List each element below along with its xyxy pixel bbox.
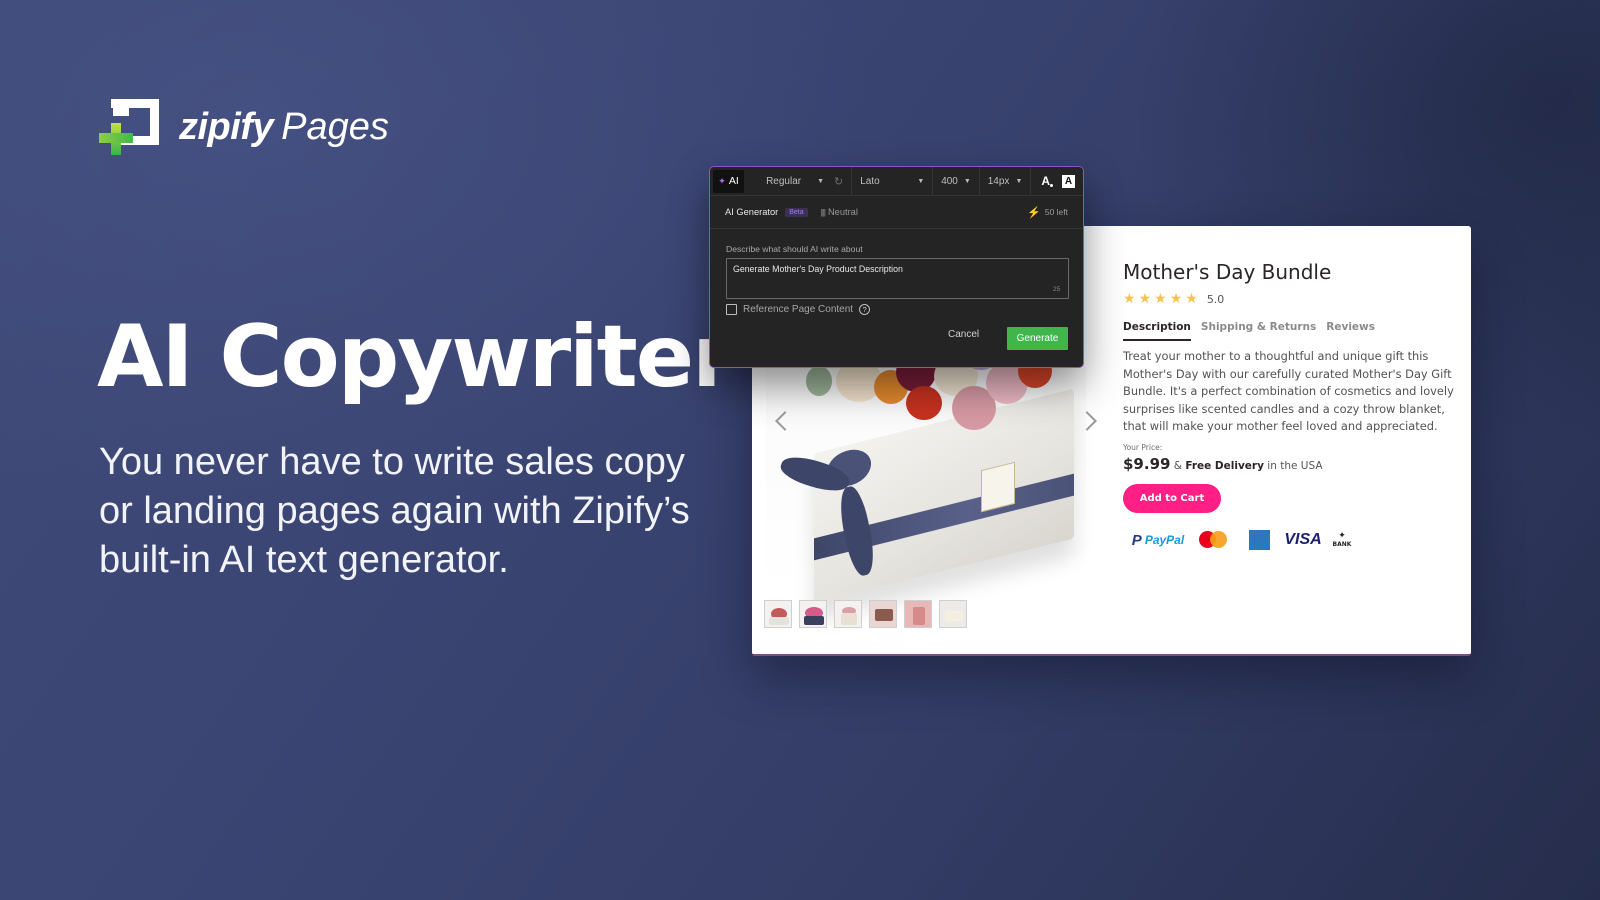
tab-shipping-returns[interactable]: Shipping & Returns xyxy=(1201,321,1316,341)
text-toolbar: ✦ AI Regular ▼ ↻ Lato ▼ 400 ▼ 14px ▼ A A xyxy=(710,166,1083,196)
thumbnail[interactable] xyxy=(764,600,792,628)
thumbnail[interactable] xyxy=(869,600,897,628)
hero-title: AI Copywriter xyxy=(97,307,735,407)
style-value: Regular xyxy=(766,175,802,187)
logo-product-text: Pages xyxy=(281,106,389,148)
visa-icon: VISA xyxy=(1284,531,1322,548)
prompt-input[interactable] xyxy=(726,258,1069,299)
waveform-icon: |||| xyxy=(820,207,826,217)
font-weight-value: 400 xyxy=(941,175,958,187)
lightning-bolt-icon: ⚡ xyxy=(1027,206,1041,219)
thumbnail[interactable] xyxy=(904,600,932,628)
font-size-select[interactable]: 14px ▼ xyxy=(980,167,1031,196)
thumbnail[interactable] xyxy=(799,600,827,628)
thumbnail[interactable] xyxy=(834,600,862,628)
ai-label: AI xyxy=(728,175,739,187)
zipify-pages-logo: zipify Pages xyxy=(99,99,389,155)
tab-description[interactable]: Description xyxy=(1123,321,1191,341)
chevron-down-icon: ▼ xyxy=(963,177,971,185)
reference-page-content-label[interactable]: Reference Page Content xyxy=(743,304,853,315)
character-count: 25 xyxy=(1053,286,1061,293)
font-family-select[interactable]: Lato ▼ xyxy=(852,167,932,196)
chevron-down-icon: ▼ xyxy=(917,177,925,185)
product-tabs: Description Shipping & Returns Reviews xyxy=(1123,321,1375,341)
font-family-value: Lato xyxy=(860,175,880,187)
reference-page-content-checkbox[interactable] xyxy=(726,304,737,315)
price-connector: & xyxy=(1173,460,1182,472)
font-weight-select[interactable]: 400 ▼ xyxy=(933,167,979,196)
reset-icon[interactable]: ↻ xyxy=(834,175,843,188)
rating-value: 5.0 xyxy=(1206,292,1225,306)
delivery-region-text: in the USA xyxy=(1267,460,1323,472)
star-icon: ★ xyxy=(1138,291,1152,307)
credits-remaining: ⚡ 50 left xyxy=(1027,206,1068,219)
tone-value: Neutral xyxy=(827,207,858,217)
zipify-logo-mark-icon xyxy=(99,99,161,155)
ai-toggle-button[interactable]: ✦ AI xyxy=(713,169,745,193)
reference-page-content-option: Reference Page Content ? xyxy=(726,304,871,315)
paypal-icon: P PayPal xyxy=(1131,531,1185,549)
thumbnail-strip xyxy=(764,600,967,628)
generator-title: AI Generator xyxy=(725,207,779,217)
price-label: Your Price: xyxy=(1123,443,1163,452)
prompt-label: Describe what should AI write about xyxy=(726,244,863,254)
amex-icon xyxy=(1241,528,1277,552)
product-title: Mother's Day Bundle xyxy=(1123,260,1332,284)
thumbnail[interactable] xyxy=(939,600,967,628)
text-background-icon[interactable]: A xyxy=(1061,174,1075,188)
mastercard-icon xyxy=(1193,528,1241,552)
color-controls: A A xyxy=(1031,167,1083,196)
star-icon: ★ xyxy=(1169,291,1183,307)
product-rating: ★ ★ ★ ★ ★ 5.0 xyxy=(1123,292,1224,306)
free-delivery-text: Free Delivery xyxy=(1185,460,1264,472)
add-to-cart-button[interactable]: Add to Cart xyxy=(1123,484,1221,513)
font-size-value: 14px xyxy=(987,175,1010,187)
star-icon: ★ xyxy=(1154,291,1167,307)
credits-value: 50 left xyxy=(1044,207,1068,217)
payment-methods: P PayPal VISA ✦ BANK xyxy=(1123,528,1355,552)
tab-reviews[interactable]: Reviews xyxy=(1326,321,1375,341)
sparkle-icon: ✦ xyxy=(718,175,726,186)
chevron-down-icon: ▼ xyxy=(1015,177,1023,185)
star-icon: ★ xyxy=(1123,291,1136,307)
price-value: $9.99 xyxy=(1123,455,1171,473)
product-main-image[interactable] xyxy=(766,348,1086,604)
price-line: $9.99 & Free Delivery in the USA xyxy=(1123,455,1323,473)
ai-generator-dialog: ✦ AI Regular ▼ ↻ Lato ▼ 400 ▼ 14px ▼ A A… xyxy=(709,166,1084,368)
help-icon[interactable]: ? xyxy=(859,304,871,315)
generator-header: AI Generator Beta |||| Neutral ⚡ 50 left xyxy=(710,196,1083,229)
beta-badge: Beta xyxy=(785,207,808,217)
text-color-icon[interactable]: A xyxy=(1041,174,1053,188)
star-icon: ★ xyxy=(1185,291,1198,307)
hero-subtitle: You never have to write sales copy or la… xyxy=(99,441,690,581)
generate-button[interactable]: Generate xyxy=(1007,327,1068,350)
tone-select[interactable]: |||| Neutral xyxy=(821,207,858,217)
style-select[interactable]: Regular ▼ ↻ xyxy=(758,167,851,196)
bank-transfer-icon: ✦ BANK xyxy=(1332,531,1352,549)
cancel-button[interactable]: Cancel xyxy=(948,329,979,340)
chevron-down-icon: ▼ xyxy=(817,177,825,185)
logo-brand-text: zipify xyxy=(179,106,274,148)
product-description[interactable]: Treat your mother to a thoughtful and un… xyxy=(1123,348,1463,436)
